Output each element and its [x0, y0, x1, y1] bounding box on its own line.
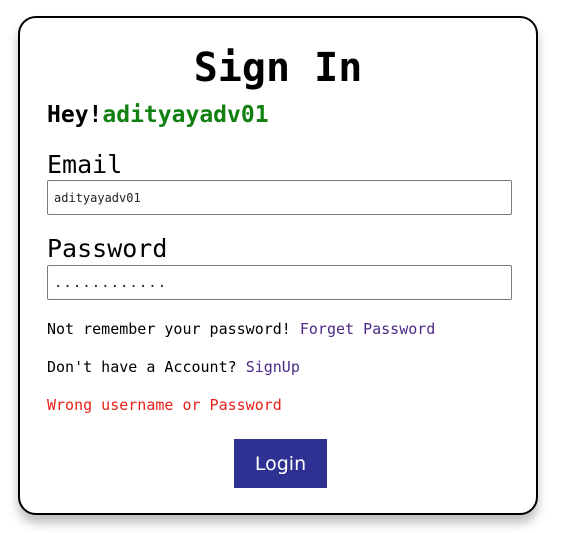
- greeting-username: adityayadv01: [102, 102, 269, 128]
- login-button[interactable]: Login: [234, 439, 327, 488]
- sign-in-card: Sign In Hey!adityayadv01 Email Password …: [18, 16, 538, 515]
- password-label: Password: [47, 234, 168, 263]
- page-title: Sign In: [193, 45, 363, 91]
- greeting: Hey!adityayadv01: [47, 100, 269, 130]
- greeting-prefix: Hey!: [47, 102, 103, 128]
- password-field[interactable]: [47, 265, 512, 300]
- forget-password-link[interactable]: Forget Password: [300, 320, 435, 338]
- forget-password-row: Not remember your password! Forget Passw…: [47, 319, 435, 339]
- forget-password-text: Not remember your password!: [47, 320, 300, 338]
- error-message: Wrong username or Password: [47, 396, 282, 414]
- signup-link[interactable]: SignUp: [246, 358, 300, 376]
- signup-row: Don't have a Account? SignUp: [47, 357, 300, 377]
- signup-text: Don't have a Account?: [47, 358, 246, 376]
- email-field[interactable]: [47, 180, 512, 215]
- email-label: Email: [47, 150, 123, 179]
